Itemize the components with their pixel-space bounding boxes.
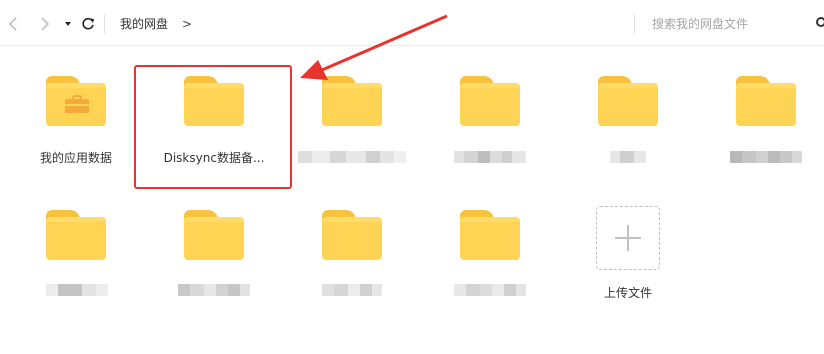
breadcrumb-separator: >: [182, 16, 193, 31]
folder-icon: [184, 210, 244, 260]
redacted-label: [454, 151, 526, 163]
history-dropdown-button[interactable]: [58, 12, 78, 36]
refresh-icon: [82, 17, 94, 30]
back-button[interactable]: [4, 12, 24, 36]
folder-icon: [322, 210, 382, 260]
folder-label: 我的应用数据: [39, 151, 112, 165]
redacted-label: [322, 284, 382, 296]
breadcrumb-root[interactable]: 我的网盘: [120, 15, 168, 32]
folder-tile[interactable]: [426, 60, 554, 180]
redacted-label: [610, 151, 646, 163]
caret-down-icon: [65, 22, 71, 26]
plus-icon: [615, 225, 641, 251]
folder-tile[interactable]: [426, 194, 554, 314]
search-icon[interactable]: [816, 17, 824, 27]
folder-icon: [322, 76, 382, 126]
folder-tile-app-data[interactable]: 我的应用数据: [12, 60, 140, 180]
toolbox-icon: [65, 95, 89, 113]
folder-tile[interactable]: [702, 60, 824, 180]
folder-icon: [598, 76, 658, 126]
folder-tile[interactable]: [150, 194, 278, 314]
redacted-label: [730, 151, 802, 163]
chevron-right-icon: [41, 17, 50, 31]
folder-icon: [460, 210, 520, 260]
folder-tile[interactable]: [564, 60, 692, 180]
redacted-label: [454, 284, 526, 296]
refresh-button[interactable]: [78, 12, 98, 36]
redacted-label: [46, 284, 108, 296]
search-divider: [634, 14, 635, 34]
folder-icon: [46, 76, 106, 126]
chevron-left-icon: [8, 17, 17, 31]
redacted-label: [298, 151, 406, 163]
redacted-label: [178, 284, 250, 296]
upload-button[interactable]: [596, 206, 660, 270]
folder-icon: [46, 210, 106, 260]
search-input[interactable]: 搜索我的网盘文件: [652, 15, 748, 32]
folder-icon: [460, 76, 520, 126]
forward-button[interactable]: [34, 12, 54, 36]
breadcrumb: 我的网盘 >: [120, 15, 192, 32]
toolbar-divider: [104, 14, 105, 34]
folder-icon: [736, 76, 796, 126]
highlight-box: [134, 65, 292, 189]
upload-label: 上传文件: [603, 286, 652, 300]
folder-tile[interactable]: [288, 60, 416, 180]
folder-tile[interactable]: [288, 194, 416, 314]
folder-tile[interactable]: [12, 194, 140, 314]
toolbar: 我的网盘 > 搜索我的网盘文件: [0, 0, 824, 46]
